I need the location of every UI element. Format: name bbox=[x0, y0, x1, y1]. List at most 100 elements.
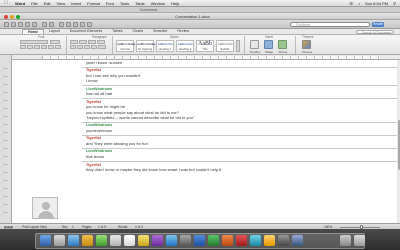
dashboard-icon[interactable] bbox=[54, 235, 65, 246]
outdent-button[interactable] bbox=[88, 40, 96, 44]
apple-icon[interactable]:  bbox=[4, 0, 9, 6]
menu-help[interactable]: Help bbox=[171, 1, 179, 6]
close-window-button[interactable] bbox=[4, 14, 8, 19]
mail-icon[interactable] bbox=[82, 235, 93, 246]
underline-button[interactable] bbox=[34, 45, 40, 49]
toolbar-search-input[interactable]: Publisher bbox=[290, 22, 370, 27]
highlight-button[interactable] bbox=[48, 45, 54, 49]
menu-window[interactable]: Window bbox=[151, 1, 165, 6]
app-icon[interactable] bbox=[278, 235, 289, 246]
font-name-select[interactable] bbox=[20, 40, 48, 44]
style-normal[interactable]: AaBbCcDdEe Normal bbox=[116, 40, 136, 52]
scrollbar-thumb[interactable] bbox=[397, 120, 400, 170]
minimize-window-button[interactable] bbox=[10, 14, 14, 19]
toolbox-icon[interactable] bbox=[73, 22, 78, 27]
app-icon[interactable] bbox=[292, 235, 303, 246]
shape-icon[interactable] bbox=[264, 40, 273, 49]
tab-home[interactable]: Home bbox=[22, 29, 44, 34]
spotlight-icon[interactable]: ⚲ bbox=[393, 1, 396, 6]
align-left-button[interactable] bbox=[70, 45, 76, 49]
trash-icon[interactable] bbox=[354, 235, 365, 246]
downloads-stack-icon[interactable] bbox=[340, 235, 351, 246]
line-spacing-button[interactable] bbox=[98, 45, 106, 49]
menu-tools[interactable]: Tools bbox=[120, 1, 129, 6]
sidebar-icon[interactable] bbox=[66, 22, 71, 27]
excel-icon[interactable] bbox=[208, 235, 219, 246]
undo-icon[interactable] bbox=[42, 22, 47, 27]
font-size-select[interactable] bbox=[50, 40, 60, 44]
menu-file[interactable]: File bbox=[31, 1, 37, 6]
new-document-icon[interactable] bbox=[4, 22, 9, 27]
window-titlebar[interactable]: Conversation-1.docx bbox=[0, 13, 400, 20]
style-title[interactable]: AaBb Title bbox=[196, 40, 214, 52]
style-no-spacing[interactable]: AaBbCcDdEe No Spacing bbox=[136, 40, 156, 52]
numbering-button[interactable] bbox=[79, 40, 87, 44]
italic-button[interactable] bbox=[27, 45, 33, 49]
document-text[interactable]: yeah i know :sunsee Tigerfist but I can se… bbox=[82, 60, 400, 172]
powerpoint-icon[interactable] bbox=[222, 235, 233, 246]
print-icon[interactable] bbox=[32, 22, 37, 27]
calendar-icon[interactable] bbox=[124, 235, 135, 246]
menu-view[interactable]: View bbox=[57, 1, 66, 6]
menubar:  Word File Edit View Insert Format Font… bbox=[0, 0, 400, 7]
open-icon[interactable] bbox=[18, 22, 23, 27]
app-icon[interactable] bbox=[250, 235, 261, 246]
menu-word[interactable]: Word bbox=[15, 1, 25, 6]
align-right-button[interactable] bbox=[84, 45, 90, 49]
bold-button[interactable] bbox=[20, 45, 26, 49]
document-page[interactable]: yeah i know :sunsee Tigerfist but I can se… bbox=[12, 60, 400, 223]
app-store-icon[interactable] bbox=[166, 235, 177, 246]
style-sample: AaBbCcDdEe bbox=[117, 42, 136, 46]
word-icon[interactable] bbox=[194, 235, 205, 246]
save-icon[interactable] bbox=[25, 22, 30, 27]
format-painter-icon[interactable] bbox=[59, 22, 64, 27]
justify-button[interactable] bbox=[91, 45, 97, 49]
system-preferences-icon[interactable] bbox=[180, 235, 191, 246]
contacts-icon[interactable] bbox=[110, 235, 121, 246]
align-center-button[interactable] bbox=[77, 45, 83, 49]
menu-font[interactable]: Font bbox=[106, 1, 114, 6]
picture-icon[interactable] bbox=[278, 40, 287, 49]
itunes-icon[interactable] bbox=[152, 235, 163, 246]
ribbon-search-input[interactable]: Search in Document bbox=[356, 29, 394, 35]
tab-charts[interactable]: Charts bbox=[128, 29, 149, 34]
reader-button[interactable]: Reader bbox=[372, 22, 384, 27]
app-icon[interactable] bbox=[236, 235, 247, 246]
style-heading-2[interactable]: AaBbCcDd Heading 2 bbox=[176, 40, 194, 52]
tab-review[interactable]: Review bbox=[172, 29, 194, 34]
finder-icon[interactable] bbox=[40, 235, 51, 246]
zoom-window-button[interactable] bbox=[16, 14, 20, 19]
zoom-icon[interactable] bbox=[80, 22, 85, 27]
tab-layout[interactable]: Layout bbox=[44, 29, 65, 34]
pasted-image[interactable] bbox=[32, 197, 58, 219]
styles-scroll-button[interactable] bbox=[236, 40, 240, 52]
strikethrough-button[interactable] bbox=[41, 45, 47, 49]
bullets-button[interactable] bbox=[70, 40, 78, 44]
app-icon[interactable] bbox=[264, 235, 275, 246]
tab-document-elements[interactable]: Document Elements bbox=[65, 29, 107, 34]
ribbon-separator bbox=[112, 36, 113, 54]
zoom-slider[interactable] bbox=[340, 225, 380, 229]
tab-smartart[interactable]: SmartArt bbox=[148, 29, 172, 34]
menu-edit[interactable]: Edit bbox=[44, 1, 51, 6]
templates-icon[interactable] bbox=[11, 22, 16, 27]
vertical-ruler[interactable] bbox=[0, 55, 12, 223]
safari-icon[interactable] bbox=[68, 235, 79, 246]
menu-format[interactable]: Format bbox=[87, 1, 100, 6]
menu-insert[interactable]: Insert bbox=[71, 1, 81, 6]
text-box-icon[interactable] bbox=[250, 40, 259, 49]
tab-tables[interactable]: Tables bbox=[107, 29, 127, 34]
themes-icon[interactable] bbox=[302, 40, 311, 49]
style-subtitle[interactable]: AaBbCcDd Subtitle bbox=[216, 40, 234, 52]
style-heading-1[interactable]: AaBbCcDd Heading 1 bbox=[156, 40, 174, 52]
wifi-icon[interactable]: ☰ bbox=[349, 1, 353, 6]
messages-icon[interactable] bbox=[96, 235, 107, 246]
help-icon[interactable] bbox=[87, 22, 92, 27]
volume-icon[interactable]: ♪ bbox=[358, 1, 360, 6]
indent-button[interactable] bbox=[97, 40, 105, 44]
notes-icon[interactable] bbox=[138, 235, 149, 246]
redo-icon[interactable] bbox=[49, 22, 54, 27]
clock[interactable]: Sun 6:54 PM bbox=[365, 1, 388, 6]
menu-table[interactable]: Table bbox=[135, 1, 145, 6]
font-color-button[interactable] bbox=[55, 45, 61, 49]
